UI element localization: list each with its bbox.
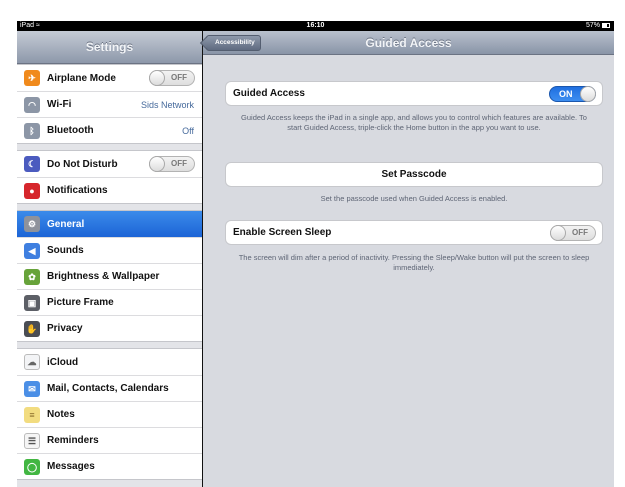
row-general[interactable]: ⚙ General: [17, 211, 202, 237]
row-do-not-disturb[interactable]: ☾ Do Not Disturb OFF: [17, 151, 202, 177]
row-label: Notifications: [47, 185, 108, 196]
settings-group-device: ⚙ General ◀ Sounds ✿ Brightness & Wallpa…: [17, 210, 202, 342]
moon-icon: ☾: [24, 156, 40, 172]
row-airplane-mode[interactable]: ✈ Airplane Mode OFF: [17, 65, 202, 91]
wifi-network-value: Sids Network: [140, 99, 194, 110]
guided-access-switch[interactable]: ON: [549, 86, 596, 102]
notifications-icon: ●: [24, 182, 40, 199]
row-label: Wi-Fi: [47, 99, 72, 110]
battery-status: 57%: [586, 21, 610, 31]
guided-access-footer: Guided Access keeps the iPad in a single…: [241, 113, 587, 132]
row-bluetooth[interactable]: ᛒ Bluetooth Off: [17, 117, 202, 143]
picture-frame-icon: ▣: [24, 294, 40, 311]
hand-icon: ✋: [24, 320, 40, 337]
airplane-mode-switch[interactable]: OFF: [149, 70, 195, 86]
settings-group-connectivity: ✈ Airplane Mode OFF ◠ Wi-Fi Sids Network…: [17, 64, 202, 144]
flower-icon: ✿: [24, 268, 40, 285]
row-picture-frame[interactable]: ▣ Picture Frame: [17, 289, 202, 315]
row-icloud[interactable]: ☁ iCloud: [17, 349, 202, 375]
row-label: Brightness & Wallpaper: [47, 271, 160, 282]
wifi-icon: ◠: [24, 96, 40, 113]
row-sounds[interactable]: ◀ Sounds: [17, 237, 202, 263]
settings-master-pane: Settings ✈ Airplane Mode OFF ◠ Wi-Fi Sid…: [17, 31, 202, 487]
row-label: Bluetooth: [47, 125, 94, 136]
row-privacy[interactable]: ✋ Privacy: [17, 315, 202, 341]
master-title: Settings: [17, 31, 202, 64]
status-bar: iPad ≈ 16:10 57%: [17, 21, 614, 31]
page-title: Guided Access: [365, 36, 452, 50]
row-mail-contacts-calendars[interactable]: ✉ Mail, Contacts, Calendars: [17, 375, 202, 401]
bluetooth-value: Off: [182, 125, 194, 136]
row-label: Privacy: [47, 323, 83, 334]
row-label: Mail, Contacts, Calendars: [47, 383, 169, 394]
row-messages[interactable]: ◯ Messages: [17, 453, 202, 479]
cloud-icon: ☁: [24, 354, 40, 370]
guided-access-cell: Guided Access ON: [225, 81, 603, 106]
guided-access-label: Guided Access: [233, 88, 305, 99]
ipad-screen: iPad ≈ 16:10 57% Settings ✈ Airplane Mod…: [17, 21, 614, 487]
row-notifications[interactable]: ● Notifications: [17, 177, 202, 203]
row-label: Reminders: [47, 435, 99, 446]
screen-sleep-footer: The screen will dim after a period of in…: [238, 253, 590, 272]
notes-icon: ≡: [24, 406, 40, 423]
messages-icon: ◯: [24, 458, 40, 475]
settings-group-apps: ☁ iCloud ✉ Mail, Contacts, Calendars ≡ N…: [17, 348, 202, 480]
row-label: Sounds: [47, 245, 84, 256]
set-passcode-footer: Set the passcode used when Guided Access…: [320, 194, 508, 203]
row-label: General: [47, 218, 85, 230]
row-label: Picture Frame: [47, 297, 114, 308]
status-time: 16:10: [306, 22, 325, 29]
screen-sleep-switch[interactable]: OFF: [550, 225, 596, 241]
mail-icon: ✉: [24, 380, 40, 397]
gear-icon: ⚙: [24, 216, 40, 232]
settings-group-alerts: ☾ Do Not Disturb OFF ● Notifications: [17, 150, 202, 204]
guided-access-detail-pane: Accessibility Guided Access Guided Acces…: [203, 31, 614, 487]
row-label: iCloud: [47, 356, 79, 368]
set-passcode-button[interactable]: Set Passcode: [225, 162, 603, 187]
do-not-disturb-switch[interactable]: OFF: [149, 156, 195, 172]
row-notes[interactable]: ≡ Notes: [17, 401, 202, 427]
airplane-icon: ✈: [24, 70, 40, 86]
row-label: Messages: [47, 461, 95, 472]
screen-sleep-label: Enable Screen Sleep: [233, 227, 332, 238]
battery-icon: [602, 22, 610, 28]
row-label: Do Not Disturb: [47, 158, 118, 170]
speaker-icon: ◀: [24, 242, 40, 259]
bluetooth-icon: ᛒ: [24, 122, 40, 139]
row-label: Airplane Mode: [47, 72, 116, 84]
row-reminders[interactable]: ☰ Reminders: [17, 427, 202, 453]
screen-sleep-cell: Enable Screen Sleep OFF: [225, 220, 603, 245]
row-label: Notes: [47, 409, 75, 420]
row-brightness-wallpaper[interactable]: ✿ Brightness & Wallpaper: [17, 263, 202, 289]
row-wifi[interactable]: ◠ Wi-Fi Sids Network: [17, 91, 202, 117]
detail-nav-bar: Accessibility Guided Access: [203, 31, 614, 55]
reminders-icon: ☰: [24, 432, 40, 449]
